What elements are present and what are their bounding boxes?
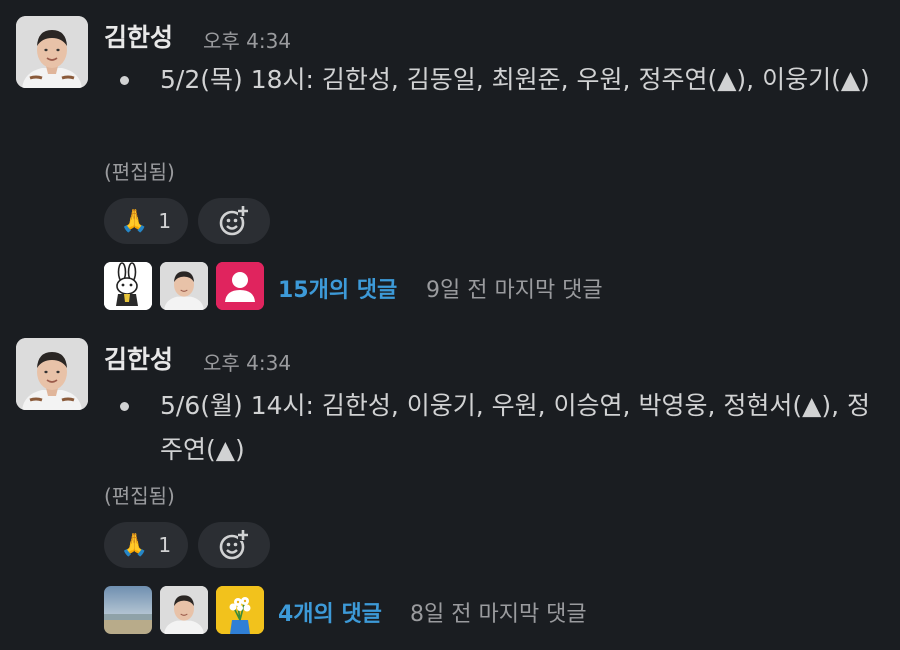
reply-count-link[interactable]: 4개의 댓글 <box>278 596 382 628</box>
folded-hands-icon: 🙏 <box>120 208 149 234</box>
reaction-pill[interactable]: 🙏 1 <box>104 522 188 568</box>
timestamp[interactable]: 오후 4:34 <box>203 25 291 54</box>
last-reply-time: 8일 전 마지막 댓글 <box>410 602 587 627</box>
flowers-avatar <box>216 586 264 634</box>
bullet-icon <box>120 76 129 85</box>
thread-summary[interactable]: 15개의 댓글 9일 전 마지막 댓글 <box>104 262 664 310</box>
beach-photo-avatar <box>104 586 152 634</box>
rabbit-cartoon-avatar <box>104 262 152 310</box>
author-avatar[interactable] <box>16 16 88 88</box>
reaction-count: 1 <box>158 533 172 557</box>
reply-count-link[interactable]: 15개의 댓글 <box>278 272 397 304</box>
bullet-icon <box>120 402 129 411</box>
man-photo-avatar <box>160 262 208 310</box>
default-pink-avatar <box>216 262 264 310</box>
message-text: 5/2(목) 18시: 김한성, 김동일, 최원준, 우원, 정주연(▲), 이… <box>160 65 870 94</box>
author-avatar[interactable] <box>16 338 88 410</box>
add-emoji-icon <box>219 206 248 236</box>
author-name[interactable]: 김한성 <box>104 340 173 376</box>
add-reaction-button[interactable] <box>198 522 270 568</box>
message: 김한성 오후 4:34 5/6(월) 14시: 김한성, 이웅기, 우원, 이승… <box>0 338 900 638</box>
last-reply-time: 9일 전 마지막 댓글 <box>426 278 603 303</box>
message: 김한성 오후 4:34 5/2(목) 18시: 김한성, 김동일, 최원준, 우… <box>0 16 900 316</box>
thread-summary[interactable]: 4개의 댓글 8일 전 마지막 댓글 <box>104 586 644 634</box>
add-reaction-button[interactable] <box>198 198 270 244</box>
man-photo-avatar <box>160 586 208 634</box>
add-emoji-icon <box>219 530 248 560</box>
edited-label: (편집됨) <box>104 484 175 508</box>
edited-label: (편집됨) <box>104 160 175 184</box>
author-name[interactable]: 김한성 <box>104 18 173 54</box>
timestamp[interactable]: 오후 4:34 <box>203 347 291 376</box>
reaction-pill[interactable]: 🙏 1 <box>104 198 188 244</box>
message-text: 5/6(월) 14시: 김한성, 이웅기, 우원, 이승연, 박영웅, 정현서(… <box>160 391 870 464</box>
reaction-count: 1 <box>158 209 172 233</box>
folded-hands-icon: 🙏 <box>120 532 149 558</box>
